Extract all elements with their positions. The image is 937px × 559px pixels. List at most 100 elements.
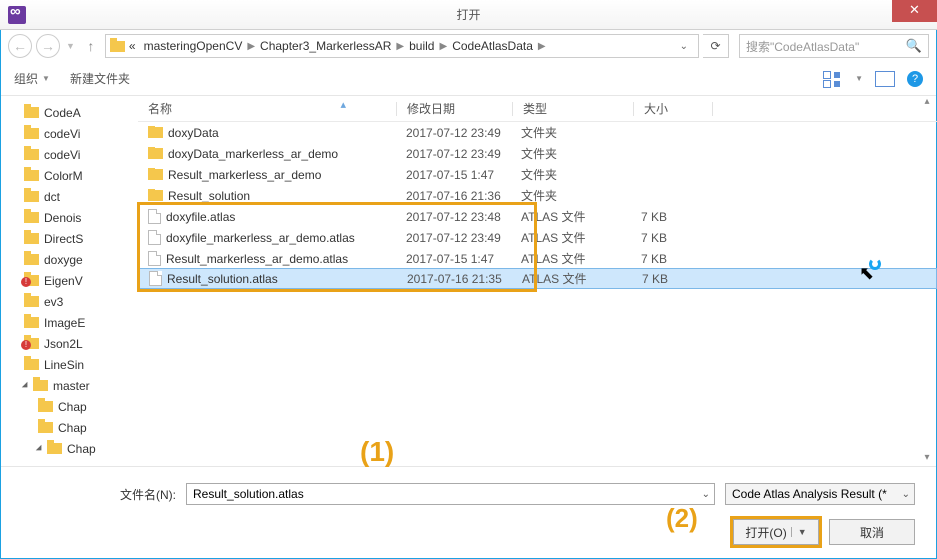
file-row[interactable]: Result_solution.atlas2017-07-16 21:35ATL… xyxy=(138,268,937,289)
file-icon xyxy=(148,230,161,245)
breadcrumb[interactable]: « masteringOpenCV ▶ Chapter3_MarkerlessA… xyxy=(105,34,699,58)
file-date: 2017-07-12 23:49 xyxy=(396,147,511,161)
folder-icon xyxy=(24,212,39,223)
file-date: 2017-07-12 23:49 xyxy=(396,126,511,140)
tree-item[interactable]: Chap xyxy=(0,396,138,417)
search-icon[interactable]: 🔍 xyxy=(906,38,922,54)
chevron-down-icon[interactable]: ⌄ xyxy=(702,489,710,500)
chevron-right-icon[interactable]: ▶ xyxy=(395,41,405,52)
tree-label: EigenV xyxy=(44,274,83,288)
file-row[interactable]: doxyfile_markerless_ar_demo.atlas2017-07… xyxy=(138,227,937,248)
refresh-button[interactable]: ⟳ xyxy=(703,34,729,58)
tree-item[interactable]: LineSin xyxy=(0,354,138,375)
folder-icon xyxy=(24,233,39,244)
nav-back-button[interactable]: ← xyxy=(8,34,32,58)
breadcrumb-part[interactable]: masteringOpenCV xyxy=(140,39,247,53)
folder-icon xyxy=(24,107,39,118)
column-headers: 名称 修改日期 类型 大小 xyxy=(138,96,937,122)
filename-input[interactable]: Result_solution.atlas ⌄ xyxy=(186,483,715,505)
breadcrumb-part[interactable]: build xyxy=(405,39,438,53)
tree-label: Chap xyxy=(58,400,87,414)
tree-label: codeVi xyxy=(44,127,80,141)
file-date: 2017-07-16 21:35 xyxy=(397,272,512,286)
tree-item[interactable]: ImageE xyxy=(0,312,138,333)
folder-icon xyxy=(24,191,39,202)
folder-icon xyxy=(148,190,163,201)
folder-icon xyxy=(24,359,39,370)
col-name[interactable]: 名称 xyxy=(138,100,396,117)
tree-item[interactable]: master xyxy=(0,375,138,396)
tree-item[interactable]: ColorM xyxy=(0,165,138,186)
chevron-down-icon[interactable]: ▼ xyxy=(791,527,807,537)
folder-icon xyxy=(24,296,39,307)
organize-button[interactable]: 组织 ▼ xyxy=(14,70,50,87)
nav-history-dropdown[interactable]: ▼ xyxy=(64,41,77,51)
scroll-up-icon[interactable]: ▴ xyxy=(924,96,929,107)
chevron-right-icon[interactable]: ▶ xyxy=(246,41,256,52)
col-type[interactable]: 类型 xyxy=(513,100,633,117)
col-size[interactable]: 大小 xyxy=(634,100,712,117)
open-button[interactable]: 打开(O) ▼ xyxy=(733,519,819,545)
breadcrumb-dropdown[interactable]: ⌄ xyxy=(674,41,694,52)
help-button[interactable]: ? xyxy=(907,71,923,87)
tree-label: DirectS xyxy=(44,232,83,246)
file-icon xyxy=(148,209,161,224)
cancel-button[interactable]: 取消 xyxy=(829,519,915,545)
folder-tree[interactable]: CodeAcodeVicodeViColorMdctDenoisDirectSd… xyxy=(0,96,138,466)
file-row[interactable]: Result_markerless_ar_demo.atlas 2017-07-1… xyxy=(138,248,937,269)
file-size: 7 KB xyxy=(631,252,709,266)
tree-item[interactable]: Chap xyxy=(0,417,138,438)
titlebar: 打开 ✕ xyxy=(0,0,937,30)
tree-item[interactable]: Json2L xyxy=(0,333,138,354)
scrollbar[interactable]: ▴ ▾ xyxy=(919,96,935,463)
tree-label: Chap xyxy=(58,421,87,435)
tree-item[interactable]: CodeA xyxy=(0,102,138,123)
file-name: Result_markerless_ar_demo.atlas xyxy=(166,252,348,266)
tree-item[interactable]: ev3 xyxy=(0,291,138,312)
col-date[interactable]: 修改日期 xyxy=(397,100,512,117)
filetype-select[interactable]: Code Atlas Analysis Result (* ⌄ xyxy=(725,483,915,505)
file-name: doxyData xyxy=(168,126,219,140)
file-type: ATLAS 文件 xyxy=(511,250,631,267)
tree-item[interactable]: codeVi xyxy=(0,123,138,144)
tree-item[interactable]: EigenV xyxy=(0,270,138,291)
chevron-right-icon[interactable]: ▶ xyxy=(438,41,448,52)
file-type: ATLAS 文件 xyxy=(511,208,631,225)
search-input[interactable]: 搜索"CodeAtlasData" 🔍 xyxy=(739,34,929,58)
close-button[interactable]: ✕ xyxy=(892,0,937,22)
scroll-down-icon[interactable]: ▾ xyxy=(924,452,929,463)
folder-icon xyxy=(110,41,125,52)
tree-item[interactable]: Denois xyxy=(0,207,138,228)
chevron-down-icon[interactable]: ⌄ xyxy=(902,489,910,500)
file-date: 2017-07-15 1:47 xyxy=(396,252,511,266)
tree-item[interactable]: codeVi xyxy=(0,144,138,165)
breadcrumb-part[interactable]: CodeAtlasData xyxy=(448,39,537,53)
annotation-label: (1) xyxy=(360,436,394,468)
tree-label: Json2L xyxy=(44,337,83,351)
tree-label: dct xyxy=(44,190,60,204)
tree-item[interactable]: DirectS xyxy=(0,228,138,249)
nav-forward-button[interactable]: → xyxy=(36,34,60,58)
tree-item[interactable]: doxyge xyxy=(0,249,138,270)
preview-pane-button[interactable] xyxy=(875,71,895,87)
new-folder-button[interactable]: 新建文件夹 xyxy=(70,70,130,87)
annotation-label: (2) xyxy=(666,503,698,534)
search-placeholder: 搜索"CodeAtlasData" xyxy=(746,38,859,55)
folder-icon xyxy=(24,149,39,160)
file-row[interactable]: doxyData2017-07-12 23:49文件夹 xyxy=(138,122,937,143)
file-name: doxyData_markerless_ar_demo xyxy=(168,147,338,161)
file-row[interactable]: doxyfile.atlas2017-07-12 23:48ATLAS 文件7 … xyxy=(138,206,937,227)
file-type: 文件夹 xyxy=(511,187,631,204)
breadcrumb-part[interactable]: Chapter3_MarkerlessAR xyxy=(256,39,395,53)
file-type: ATLAS 文件 xyxy=(512,270,632,287)
tree-item[interactable]: Chap xyxy=(0,438,138,459)
tree-label: Denois xyxy=(44,211,81,225)
file-row[interactable]: Result_solution2017-07-16 21:36文件夹 xyxy=(138,185,937,206)
tree-item[interactable]: dct xyxy=(0,186,138,207)
nav-up-button[interactable]: ↑ xyxy=(81,36,101,56)
chevron-down-icon[interactable]: ▼ xyxy=(855,74,863,83)
file-row[interactable]: Result_markerless_ar_demo2017-07-15 1:47… xyxy=(138,164,937,185)
view-mode-button[interactable] xyxy=(823,71,843,87)
file-row[interactable]: doxyData_markerless_ar_demo 2017-07-12 23… xyxy=(138,143,937,164)
chevron-right-icon[interactable]: ▶ xyxy=(537,41,547,52)
